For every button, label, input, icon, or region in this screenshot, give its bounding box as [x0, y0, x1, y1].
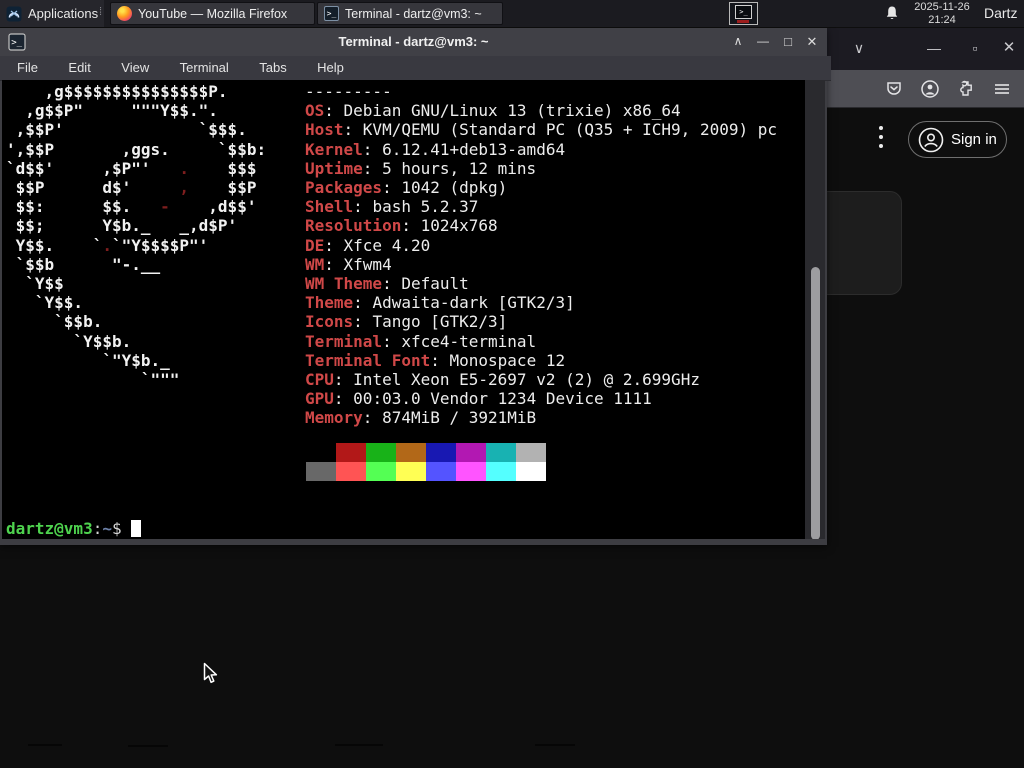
- neofetch-info-line: OS: Debian GNU/Linux 13 (trixie) x86_64: [305, 101, 681, 121]
- account-icon[interactable]: [920, 79, 940, 99]
- signin-button[interactable]: Sign in: [908, 121, 1007, 158]
- desktop: ∨ — ▫ ✕ Sign in >_ Terminal - dartz@vm3:…: [0, 0, 1024, 768]
- neofetch-art: ,g$$$$$$$$$$$$$$$P. ,g$$P" """Y$$.". ,$$…: [6, 82, 267, 390]
- palette-row-1: [306, 443, 546, 462]
- workspace-switcher[interactable]: >_: [729, 2, 758, 25]
- terminal-content[interactable]: . , - . ,g$$$$$$$$$$$$$$$P. ,g$$P" """Y$…: [2, 80, 825, 539]
- palette-swatch: [306, 443, 336, 462]
- palette-swatch: [486, 462, 516, 481]
- neofetch-info-line: WM Theme: Default: [305, 274, 469, 294]
- palette-swatch: [336, 443, 366, 462]
- minimize-button[interactable]: —: [752, 28, 774, 56]
- panel-user-label: Dartz: [984, 5, 1018, 21]
- menu-help[interactable]: Help: [304, 56, 357, 80]
- applications-menu-icon: [6, 6, 22, 22]
- page-artifact: [28, 744, 62, 746]
- neofetch-info-line: DE: Xfce 4.20: [305, 235, 431, 255]
- firefox-titlebar: ∨ — ▫ ✕: [818, 28, 1024, 70]
- prompt-user-host: dartz@vm3: [6, 519, 93, 538]
- clock-time: 21:24: [928, 13, 956, 26]
- menu-tabs[interactable]: Tabs: [246, 56, 299, 80]
- taskbar-button-terminal[interactable]: >_ Terminal - dartz@vm3: ~: [317, 2, 503, 25]
- neofetch-info-line: WM: Xfwm4: [305, 254, 392, 274]
- palette-swatch: [396, 462, 426, 481]
- firefox-toolbar: [818, 70, 1024, 108]
- neofetch-info-line: Uptime: 5 hours, 12 mins: [305, 158, 537, 178]
- palette-swatch: [456, 443, 486, 462]
- terminal-menubar: File Edit View Terminal Tabs Help: [0, 56, 831, 81]
- page-artifact: [535, 744, 575, 746]
- mouse-cursor: [203, 662, 219, 690]
- shell-prompt: dartz@vm3:~$: [6, 519, 141, 538]
- top-panel: Applications ⁞ YouTube — Mozilla Firefox…: [0, 0, 1024, 27]
- palette-swatch: [366, 462, 396, 481]
- neofetch-info-line: Host: KVM/QEMU (Standard PC (Q35 + ICH9,…: [305, 120, 778, 140]
- shade-button[interactable]: ∧: [727, 28, 749, 56]
- firefox-maximize-button[interactable]: ▫: [962, 28, 988, 70]
- palette-swatch: [426, 443, 456, 462]
- applications-menu-label: Applications: [28, 6, 99, 21]
- terminal-titlebar[interactable]: >_ Terminal - dartz@vm3: ~ ∧ — □ ✕: [0, 28, 827, 56]
- terminal-icon: >_: [324, 6, 339, 21]
- notification-bell-icon[interactable]: [884, 5, 900, 22]
- terminal-scrollbar-thumb[interactable]: [811, 267, 820, 539]
- neofetch-info-line: GPU: 00:03.0 Vendor 1234 Device 1111: [305, 389, 652, 409]
- neofetch-info-line: Terminal: xfce4-terminal: [305, 331, 537, 351]
- firefox-minimize-button[interactable]: —: [921, 28, 947, 70]
- panel-clock[interactable]: 2025-11-26 21:24: [906, 1, 978, 26]
- prompt-path: ~: [102, 519, 112, 538]
- workspace-mini-red-accent: [737, 20, 749, 23]
- palette-swatch: [396, 443, 426, 462]
- page-artifact: [335, 744, 383, 746]
- page-artifact: [128, 745, 168, 747]
- signin-label: Sign in: [951, 131, 997, 148]
- maximize-button[interactable]: □: [777, 28, 799, 56]
- pocket-icon[interactable]: [884, 79, 904, 99]
- neofetch-info-line: Theme: Adwaita-dark [GTK2/3]: [305, 293, 575, 313]
- neofetch-info-line: Memory: 874MiB / 3921MiB: [305, 408, 537, 428]
- signin-avatar-icon: [918, 127, 944, 153]
- palette-swatch: [516, 443, 546, 462]
- neofetch-info-line: Packages: 1042 (dpkg): [305, 178, 508, 198]
- neofetch-info: --------- OS: Debian GNU/Linux 13 (trixie…: [305, 82, 777, 428]
- taskbar-terminal-label: Terminal - dartz@vm3: ~: [345, 6, 482, 21]
- extensions-icon[interactable]: [956, 79, 976, 99]
- terminal-window: >_ Terminal - dartz@vm3: ~ ∧ — □ ✕ File …: [0, 28, 831, 545]
- palette-swatch: [366, 443, 396, 462]
- taskbar-firefox-label: YouTube — Mozilla Firefox: [138, 6, 288, 21]
- neofetch-info-line: CPU: Intel Xeon E5-2697 v2 (2) @ 2.699GH…: [305, 370, 700, 390]
- close-button[interactable]: ✕: [801, 28, 823, 56]
- list-tabs-icon[interactable]: ∨: [846, 28, 872, 70]
- panel-handle: ⁞: [99, 6, 103, 18]
- palette-swatch: [486, 443, 516, 462]
- menu-icon[interactable]: [992, 79, 1012, 99]
- palette-row-2: [306, 462, 546, 481]
- neofetch-info-line: Terminal Font: Monospace 12: [305, 350, 566, 370]
- menu-terminal[interactable]: Terminal: [167, 56, 242, 80]
- neofetch-info-line: Icons: Tango [GTK2/3]: [305, 312, 508, 332]
- neofetch-info-line: Shell: bash 5.2.37: [305, 197, 479, 217]
- terminal-window-title: Terminal - dartz@vm3: ~: [338, 34, 489, 49]
- palette-swatch: [456, 462, 486, 481]
- neofetch-info-line: ---------: [305, 82, 392, 101]
- palette-swatch: [306, 462, 336, 481]
- neofetch-info-line: Kernel: 6.12.41+deb13-amd64: [305, 139, 566, 159]
- palette-swatch: [426, 462, 456, 481]
- firefox-close-button[interactable]: ✕: [996, 28, 1022, 70]
- more-options-kebab-icon[interactable]: [876, 126, 886, 156]
- terminal-scrollbar-track[interactable]: [805, 80, 825, 539]
- workspace-mini-window: >_: [735, 5, 752, 19]
- palette-swatch: [336, 462, 366, 481]
- taskbar-button-firefox[interactable]: YouTube — Mozilla Firefox: [110, 2, 315, 25]
- neofetch-info-line: Resolution: 1024x768: [305, 216, 498, 236]
- menu-view[interactable]: View: [108, 56, 162, 80]
- menu-edit[interactable]: Edit: [55, 56, 103, 80]
- menu-file[interactable]: File: [4, 56, 51, 80]
- terminal-cursor: [130, 520, 141, 537]
- palette-swatch: [516, 462, 546, 481]
- firefox-icon: [117, 6, 132, 21]
- applications-menu-button[interactable]: Applications: [0, 0, 105, 27]
- clock-date: 2025-11-26: [914, 1, 970, 13]
